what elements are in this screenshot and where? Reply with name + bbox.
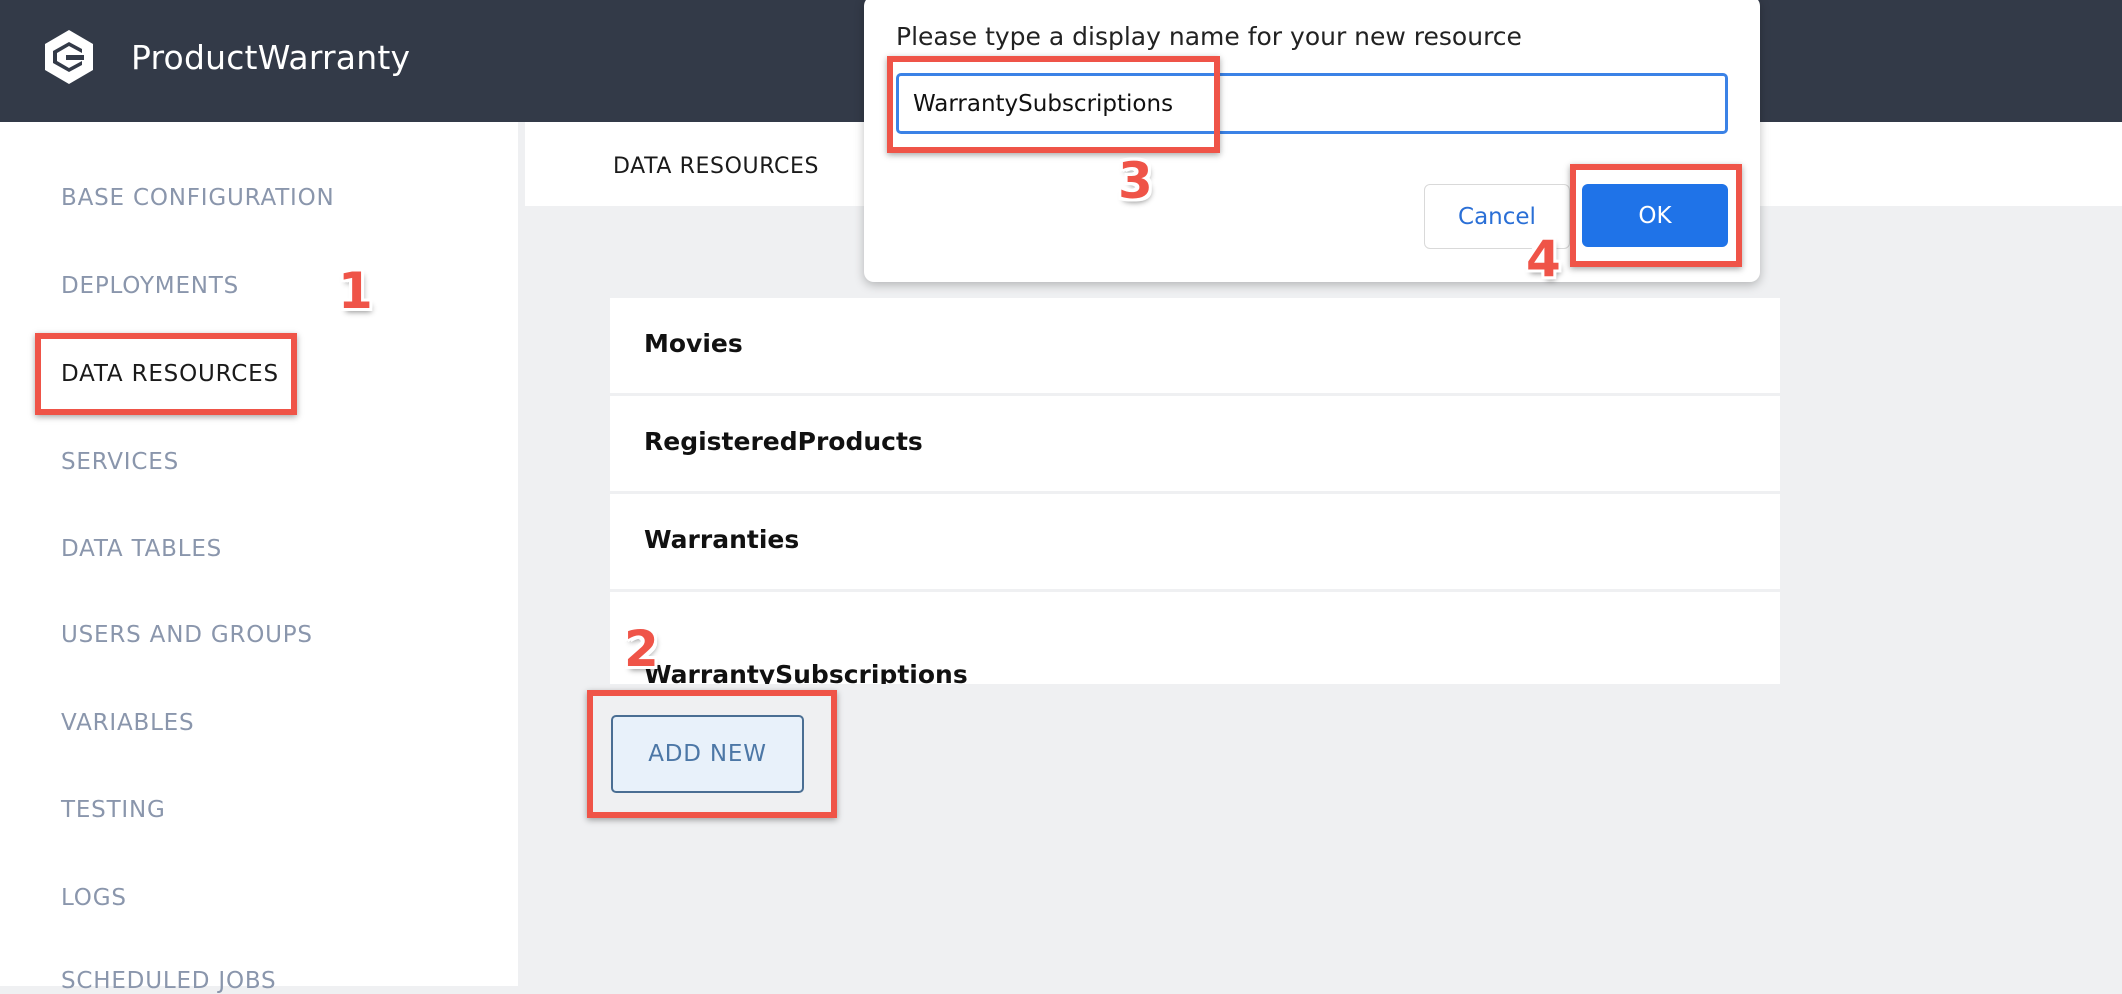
- step-number-3: 3: [1118, 152, 1153, 210]
- list-item[interactable]: Movies: [610, 298, 1780, 393]
- resource-list: Movies RegisteredProducts Warranties War…: [610, 298, 1780, 687]
- highlight-box-ok: [1570, 164, 1742, 267]
- app-title: ProductWarranty: [131, 38, 411, 77]
- sidebar-item-testing[interactable]: TESTING: [61, 797, 166, 823]
- list-item[interactable]: WarrantySubscriptions: [610, 592, 1780, 684]
- list-item[interactable]: Warranties: [610, 494, 1780, 589]
- sidebar-item-logs[interactable]: LOGS: [61, 885, 127, 911]
- sidebar-item-data-tables[interactable]: DATA TABLES: [61, 536, 222, 562]
- sidebar-item-scheduled-jobs[interactable]: SCHEDULED JOBS: [61, 968, 276, 994]
- sidebar-item-deployments[interactable]: DEPLOYMENTS: [61, 273, 239, 299]
- section-title[interactable]: DATA RESOURCES: [613, 154, 819, 179]
- sidebar-item-base-configuration[interactable]: BASE CONFIGURATION: [61, 185, 335, 211]
- highlight-box-input: [887, 56, 1220, 153]
- step-number-4: 4: [1526, 230, 1561, 288]
- resource-name: Warranties: [644, 525, 800, 554]
- step-number-2: 2: [624, 620, 659, 678]
- sidebar: BASE CONFIGURATION DEPLOYMENTS DATA RESO…: [0, 122, 518, 994]
- sidebar-item-variables[interactable]: VARIABLES: [61, 710, 194, 736]
- highlight-box-add-new: [587, 690, 837, 818]
- sidebar-item-services[interactable]: SERVICES: [61, 449, 179, 475]
- resource-name: Movies: [644, 329, 743, 358]
- resource-name: WarrantySubscriptions: [644, 660, 968, 684]
- app-logo-icon[interactable]: [40, 28, 98, 86]
- highlight-box-data-resources: [35, 333, 297, 415]
- dialog-prompt: Please type a display name for your new …: [896, 22, 1522, 51]
- resource-name: RegisteredProducts: [644, 427, 923, 456]
- list-item[interactable]: RegisteredProducts: [610, 396, 1780, 491]
- step-number-1: 1: [338, 262, 373, 320]
- sidebar-item-users-and-groups[interactable]: USERS AND GROUPS: [61, 622, 313, 648]
